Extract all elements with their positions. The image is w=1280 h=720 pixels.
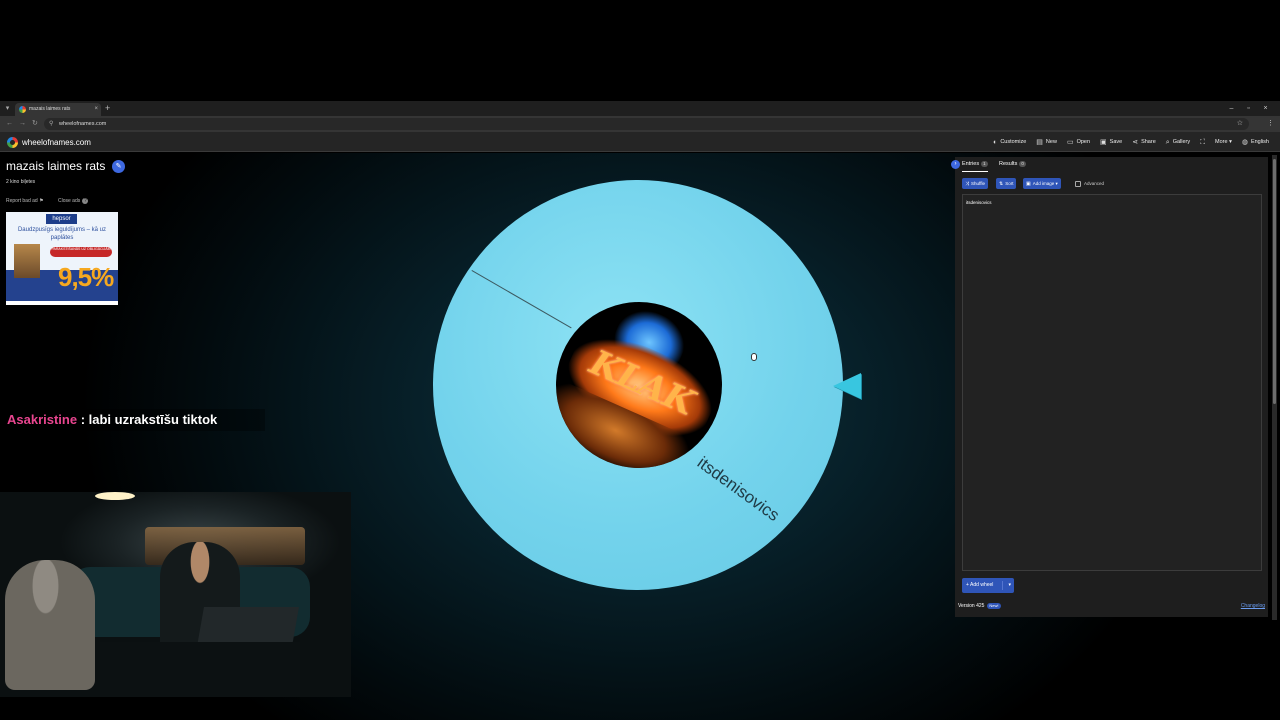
url-input[interactable]: ⚲ wheelofnames.com ☆ [44,118,1249,130]
help-icon: ? [82,198,89,204]
bookmark-star-icon[interactable]: ☆ [1237,120,1243,128]
ad-banner[interactable]: hepsor Daudzpusīgs ieguldījums – kā uz p… [6,212,118,305]
center-art: KLAK [556,302,722,468]
tab-entries[interactable]: Entries 1 [962,160,988,172]
pencil-icon: ✎ [115,163,122,170]
entries-count: 1 [981,161,988,167]
new-badge: New! [987,603,1001,609]
chat-message: : labi uzrakstīšu tiktok [77,412,218,427]
site-header: wheelofnames.com ◐ Customize ▤ New ▭ Open ▣… [0,132,1280,152]
ad-rate: 9,5% [58,262,114,292]
ad-pill: PARAKSTIŠANĀS UZ OBLIGĀCIJĀM [50,247,112,257]
save-icon: ▣ [1100,139,1107,146]
ad-headline: Daudzpusīgs ieguldījums – kā uz paplātes [17,227,107,241]
address-bar: ← → ↻ ⚲ wheelofnames.com ☆ ⋮ [0,116,1280,132]
tab-search-icon[interactable]: ▾ [3,104,12,113]
webcam-overlay [0,492,351,697]
entries-textarea[interactable]: itsdenisovics [962,194,1262,571]
chat-overlay: Asakristine : labi uzrakstīšu tiktok [0,409,265,431]
add-image-button[interactable]: ▣ Add image ▾ [1023,178,1061,189]
wheel-logo-icon[interactable] [7,137,18,148]
scrollbar-thumb[interactable] [1273,159,1276,404]
chevron-down-icon[interactable]: ▾ [1008,578,1011,593]
menu-gallery[interactable]: ⌕ Gallery [1166,137,1190,148]
globe-icon: ◍ [1241,139,1248,146]
chat-username: Asakristine [7,412,78,427]
folder-icon: ▭ [1066,139,1074,146]
favicon-icon [19,106,26,113]
sort-button[interactable]: ⇅ Sort [996,178,1017,189]
version-info: Version 425 New! [958,603,1001,609]
reload-icon[interactable]: ↻ [32,119,38,129]
browser-tab-bar: ▾ mazais laimes rats × + – ▫ × [0,101,1280,116]
edit-title-button[interactable]: ✎ [112,160,125,173]
shuffle-icon: ⤨ [965,181,970,187]
site-name[interactable]: wheelofnames.com [22,137,91,148]
site-info-icon[interactable]: ⚲ [49,120,53,128]
palette-icon: ◐ [993,139,998,146]
window-controls: – ▫ × [1223,103,1274,114]
wheel-center-image[interactable]: KLAK [556,302,722,468]
changelog-link[interactable]: Changelog [1241,602,1265,610]
add-wheel-divider [1002,581,1003,590]
forward-icon[interactable]: → [19,119,26,129]
results-count: 0 [1019,161,1026,167]
browser-menu-icon[interactable]: ⋮ [1267,119,1274,129]
tab-title: mazais laimes rats [29,106,71,112]
menu-open[interactable]: ▭ Open [1067,137,1090,148]
menu-customize[interactable]: ◐ Customize [993,137,1026,148]
browser-tab[interactable]: mazais laimes rats × [15,103,101,116]
advanced-label: Advanced [1084,181,1105,186]
report-ad-link[interactable]: Report bad ad ⚑ [6,197,44,205]
wheel-pointer-icon [833,373,861,399]
mouse-cursor-icon [751,353,757,361]
maximize-icon[interactable]: ▫ [1240,103,1257,114]
collapse-panel-icon[interactable]: › [951,160,960,169]
page-scrollbar[interactable] [1272,155,1277,620]
menu-save[interactable]: ▣ Save [1100,137,1122,148]
image-icon: ▣ [1026,181,1031,187]
cam-table [100,642,300,697]
cam-ceiling-light [95,492,135,500]
menu-language[interactable]: ◍ English [1242,137,1269,148]
url-text: wheelofnames.com [59,121,107,127]
search-icon: ⌕ [1165,139,1170,146]
new-tab-icon[interactable]: + [105,103,110,114]
new-file-icon: ▤ [1036,139,1043,146]
tab-results[interactable]: Results 0 [999,160,1026,169]
flag-icon: ⚑ [39,198,44,204]
back-icon[interactable]: ← [6,119,13,129]
plus-icon: + [966,582,969,588]
shuffle-button[interactable]: ⤨ Shuffle [962,178,988,189]
add-wheel-button[interactable]: + Add wheel ▾ [962,578,1014,593]
ad-brand: hepsor [46,214,77,224]
tab-close-icon[interactable]: × [94,105,98,114]
menu-fullscreen[interactable]: ⛶ [1200,137,1205,148]
entries-panel: › Entries 1 Results 0 ⤨ Shuffle ⇅ Sort ▣ Add … [951,157,1268,617]
main-area: mazais laimes rats ✎ 2 kino biļetes Repo… [0,153,1280,720]
wheel-title: mazais laimes rats [6,159,106,173]
wheel-description: 2 kino biļetes [6,179,36,185]
ad-footer [6,301,118,305]
entry-item: itsdenisovics [966,200,992,205]
menu-new[interactable]: ▤ New [1036,137,1057,148]
fullscreen-icon: ⛶ [1200,139,1206,146]
close-window-icon[interactable]: × [1257,103,1274,114]
cam-person-left [5,560,95,690]
close-ads-link[interactable]: Close ads? [58,197,89,205]
sort-icon: ⇅ [999,181,1004,187]
menu-share[interactable]: ⋖ Share [1132,137,1156,148]
chevron-down-icon: ▾ [1055,181,1058,186]
menu-more[interactable]: More ▾ [1215,137,1232,148]
ad-building-image [14,244,40,278]
minimize-icon[interactable]: – [1223,103,1240,114]
top-menu: ◐ Customize ▤ New ▭ Open ▣ Save ⋖ Share ⌕ Gall… [993,137,1269,148]
share-icon: ⋖ [1132,139,1139,146]
advanced-checkbox[interactable] [1075,181,1081,187]
